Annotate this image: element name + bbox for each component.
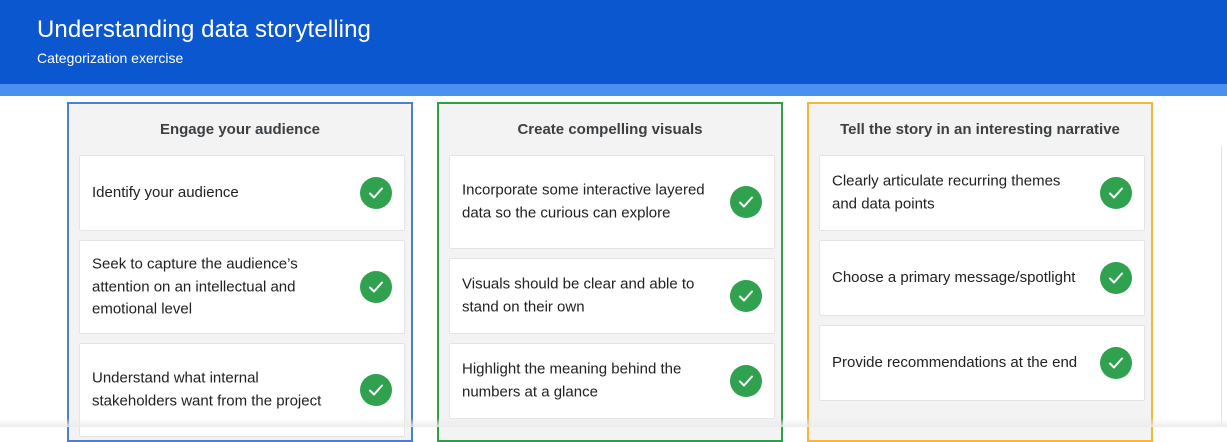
card-text: Highlight the meaning behind the numbers… <box>462 360 682 401</box>
check-circle-icon <box>360 374 392 406</box>
card-text: Choose a primary message/spotlight <box>832 268 1076 286</box>
column-title: Create compelling visuals <box>517 121 703 138</box>
check-circle-icon <box>730 365 762 397</box>
answer-card[interactable]: Highlight the meaning behind the numbers… <box>449 343 775 419</box>
column-title: Engage your audience <box>159 121 321 138</box>
card-text: Seek to capture the audience’s attention… <box>92 255 298 318</box>
column-title: Tell the story in an interesting narrati… <box>840 121 1120 138</box>
card-text: Provide recommendations at the end <box>832 353 1078 371</box>
check-circle-icon <box>1100 262 1132 294</box>
header-bar: Understanding data storytelling Categori… <box>0 0 1227 84</box>
answer-card[interactable]: Visuals should be clear and able to stan… <box>449 258 775 334</box>
answer-card[interactable]: Clearly articulate recurring themes and … <box>819 155 1145 231</box>
check-circle-icon <box>730 280 762 312</box>
answer-card[interactable]: Identify your audience <box>79 155 405 231</box>
category-column-compelling-visuals: Create compelling visuals Incorporate so… <box>437 102 783 442</box>
check-circle-icon <box>360 177 392 209</box>
category-column-story-narrative: Tell the story in an interesting narrati… <box>807 102 1153 442</box>
check-circle-icon <box>730 186 762 218</box>
card-text: Incorporate some interactive layered dat… <box>462 181 705 222</box>
header-accent-strip <box>0 84 1227 96</box>
category-column-engage-audience: Engage your audience Identify your audie… <box>67 102 413 442</box>
page-title: Understanding data storytelling <box>37 16 371 43</box>
answer-card[interactable]: Incorporate some interactive layered dat… <box>449 155 775 249</box>
answer-card[interactable]: Choose a primary message/spotlight <box>819 240 1145 316</box>
answer-card[interactable]: Provide recommendations at the end <box>819 325 1145 401</box>
scroll-track-edge <box>1221 146 1222 427</box>
card-text: Clearly articulate recurring themes and … <box>832 172 1061 213</box>
card-text: Identify your audience <box>92 183 239 201</box>
check-circle-icon <box>360 271 392 303</box>
answer-card[interactable]: Seek to capture the audience’s attention… <box>79 240 405 334</box>
check-circle-icon <box>1100 347 1132 379</box>
answer-card[interactable]: Understand what internal stakeholders wa… <box>79 343 405 437</box>
check-circle-icon <box>1100 177 1132 209</box>
page-subtitle: Categorization exercise <box>37 50 184 66</box>
card-text: Visuals should be clear and able to stan… <box>462 275 695 316</box>
card-text: Understand what internal stakeholders wa… <box>92 369 322 410</box>
